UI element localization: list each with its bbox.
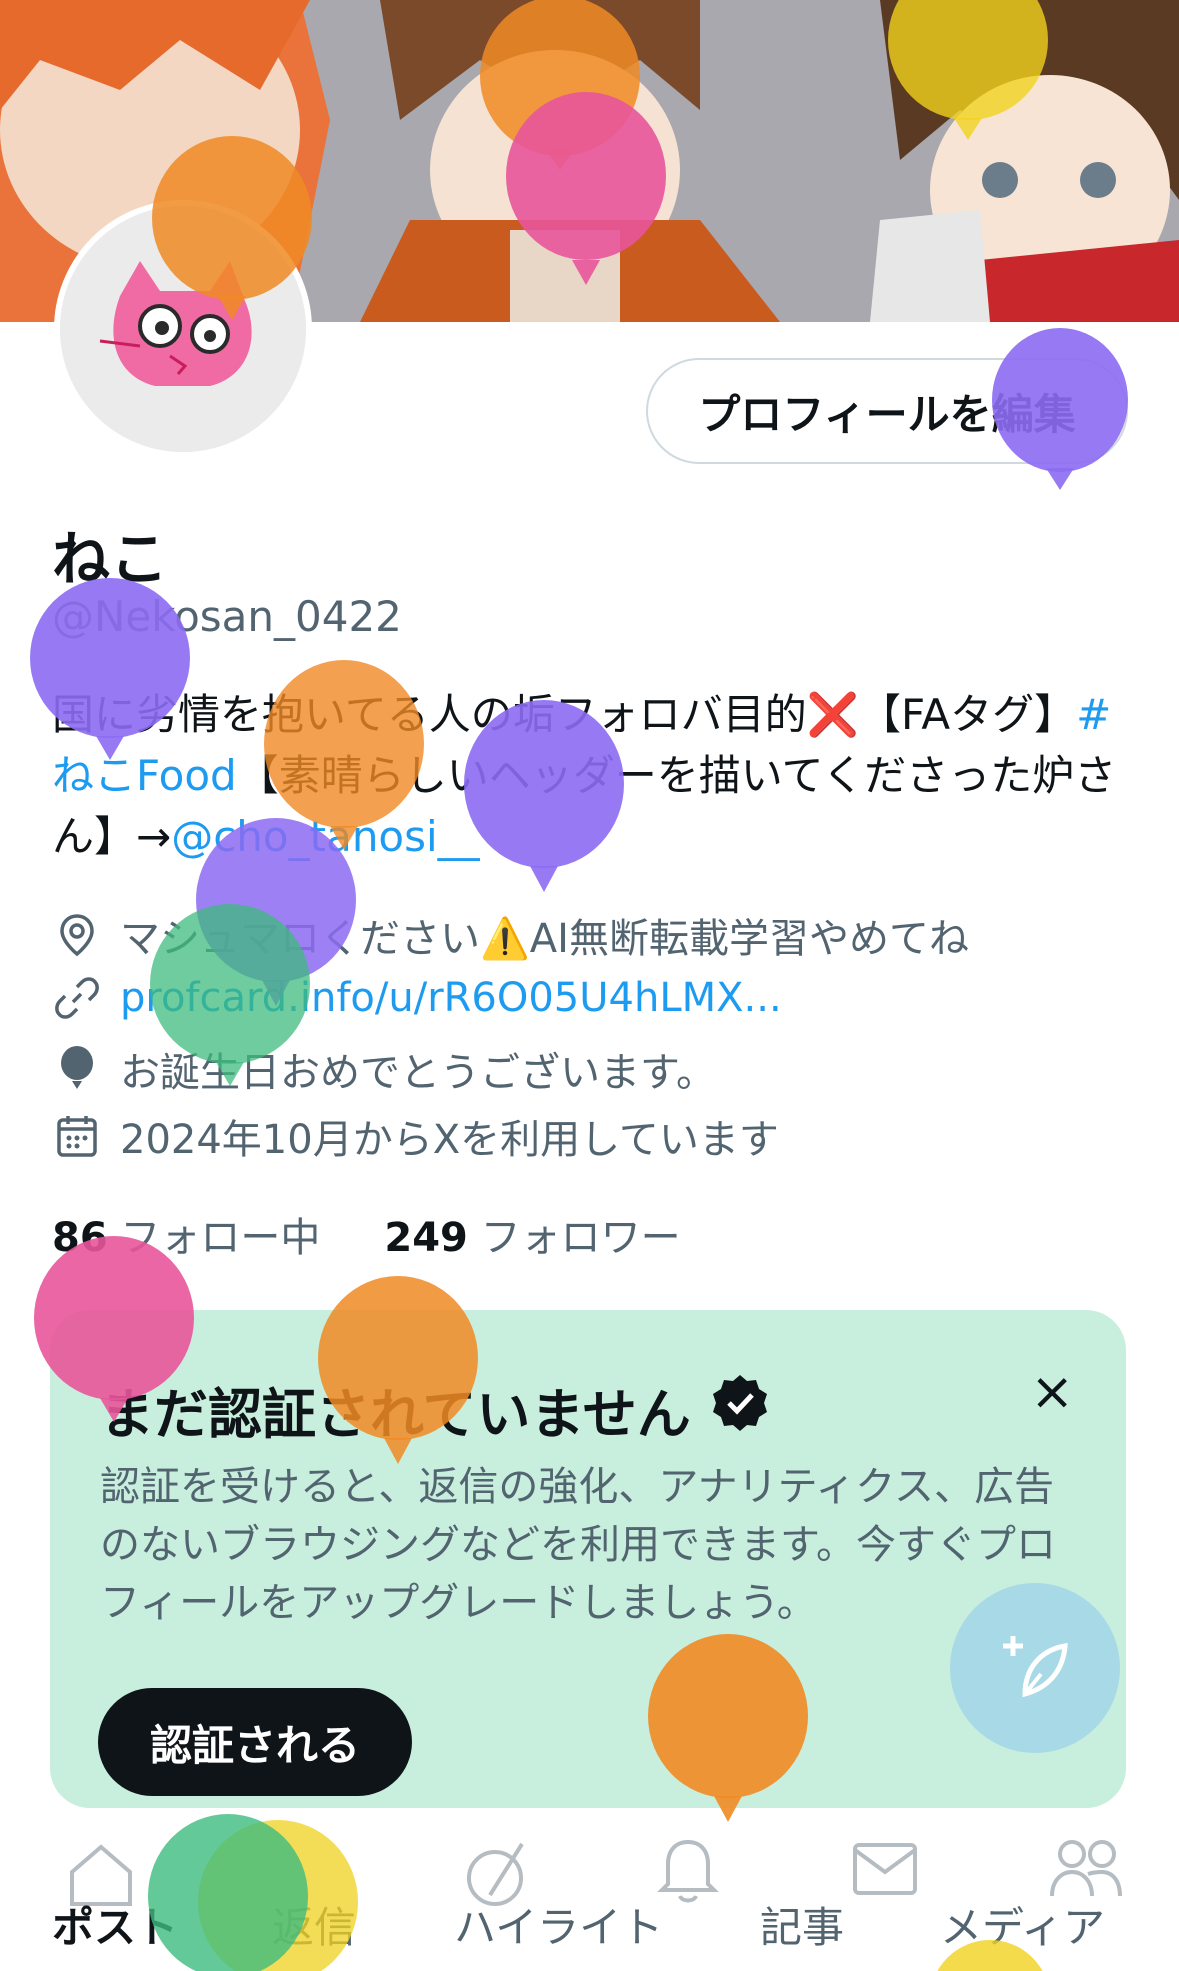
bell-icon <box>657 1839 719 1903</box>
avatar-image <box>60 206 306 452</box>
profile-tabs: ポスト 返信 ハイライト 記事 メディア <box>0 1812 1179 1971</box>
close-icon[interactable]: × <box>1030 1362 1074 1422</box>
follow-counts: 86 フォロー中 249 フォロワー <box>52 1205 681 1263</box>
mail-icon <box>853 1843 917 1895</box>
edit-profile-button[interactable]: プロフィールを編集 <box>646 358 1128 464</box>
location-row: マシュマロください⚠️AI無断転載学習やめてね <box>52 906 969 964</box>
birthday-text: お誕生日おめでとうございます。 <box>120 1050 716 1096</box>
bio-text-1: 国に劣情を抱いてる人の垢フォロバ目的 <box>52 690 807 739</box>
tab-media[interactable]: メディア <box>940 1894 1105 1955</box>
compose-icon <box>1003 1636 1068 1698</box>
balloon-icon <box>52 1044 102 1094</box>
following-link[interactable]: 86 フォロー中 <box>52 1205 320 1263</box>
joined-text: 2024年10月からXを利用しています <box>120 1117 779 1163</box>
compose-button[interactable] <box>950 1583 1120 1753</box>
website-link[interactable]: profcard.info/u/rR6O05U4hLMX... <box>120 975 782 1021</box>
verification-card: まだ認証されていません × 認証を受けると、返信の強化、アナリティクス、広告のな… <box>50 1310 1126 1808</box>
followers-count: 249 <box>384 1215 468 1261</box>
avatar[interactable] <box>54 200 312 458</box>
mention-link[interactable]: @cho_tanosi__ <box>171 812 479 861</box>
verification-title-row: まだ認証されていません <box>100 1370 771 1449</box>
verification-title: まだ認証されていません <box>100 1383 691 1446</box>
tab-articles[interactable]: 記事 <box>760 1894 844 1955</box>
location-text: マシュマロください⚠️AI無断転載学習やめてね <box>120 916 969 962</box>
tab-highlights[interactable]: ハイライト <box>454 1894 663 1955</box>
cross-emoji: ❌ <box>806 690 860 739</box>
tab-posts[interactable]: ポスト <box>52 1894 178 1955</box>
profile-bio: 国に劣情を抱いてる人の垢フォロバ目的❌【FAタグ】#ねこFood【素晴らしいヘッ… <box>52 684 1132 867</box>
joined-row: 2024年10月からXを利用しています <box>52 1107 779 1165</box>
following-count: 86 <box>52 1215 108 1261</box>
birthday-row: お誕生日おめでとうございます。 <box>52 1040 716 1098</box>
followers-label: フォロワー <box>480 1215 681 1261</box>
calendar-icon <box>52 1111 102 1161</box>
verified-badge-icon <box>709 1372 771 1447</box>
bio-text-2: 【FAタグ】 <box>859 690 1077 739</box>
following-label: フォロー中 <box>120 1215 321 1261</box>
location-pin-icon <box>52 910 102 960</box>
get-verified-button[interactable]: 認証される <box>98 1688 412 1796</box>
verification-text: 認証を受けると、返信の強化、アナリティクス、広告のないブラウジングなどを利用でき… <box>100 1464 1056 1626</box>
link-icon <box>52 973 102 1023</box>
followers-link[interactable]: 249 フォロワー <box>384 1205 680 1263</box>
profile-handle: @Nekosan_0422 <box>52 592 402 641</box>
website-row[interactable]: profcard.info/u/rR6O05U4hLMX... <box>52 973 782 1023</box>
profile-name: ねこ <box>52 525 169 593</box>
tab-replies[interactable]: 返信 <box>272 1894 356 1955</box>
people-icon <box>1050 1840 1122 1897</box>
